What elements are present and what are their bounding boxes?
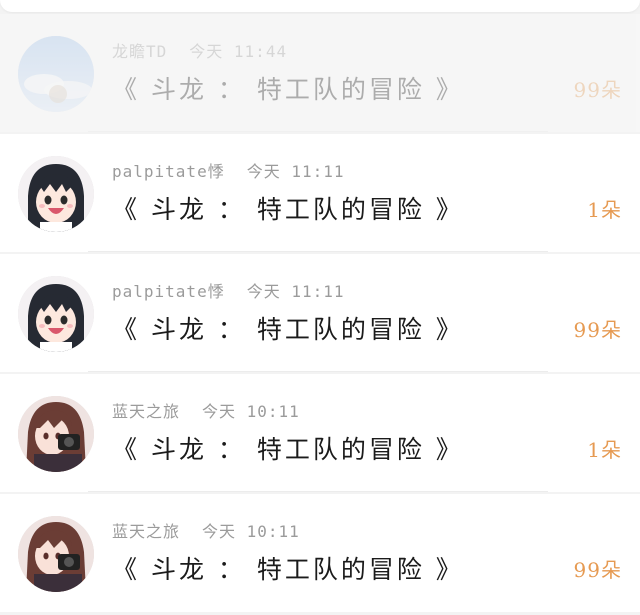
username[interactable]: 龙瞻TD bbox=[112, 38, 167, 62]
item-title[interactable]: 《 斗龙 ： 特工队的冒险 》 bbox=[112, 550, 464, 586]
item-meta: 蓝天之旅 今天 10:11 bbox=[112, 518, 300, 542]
avatar[interactable] bbox=[18, 396, 94, 472]
flower-count: 1朵 bbox=[587, 198, 622, 222]
flower-count: 99朵 bbox=[573, 318, 622, 342]
item-title[interactable]: 《 斗龙 ： 特工队的冒险 》 bbox=[112, 190, 464, 226]
timestamp: 今天 10:11 bbox=[202, 402, 300, 421]
timestamp: 今天 11:44 bbox=[189, 42, 288, 61]
divider bbox=[88, 491, 548, 492]
list-item[interactable]: palpitate悸 今天 11:11 《 斗龙 ： 特工队的冒险 》 1朵 bbox=[0, 134, 640, 252]
item-meta: palpitate悸 今天 11:11 bbox=[112, 158, 345, 182]
list-item[interactable]: 蓝天之旅 今天 10:11 《 斗龙 ： 特工队的冒险 》 99朵 bbox=[0, 494, 640, 612]
list-item[interactable]: palpitate悸 今天 11:11 《 斗龙 ： 特工队的冒险 》 99朵 bbox=[0, 254, 640, 372]
divider bbox=[88, 371, 548, 372]
item-title[interactable]: 《 斗龙 ： 特工队的冒险 》 bbox=[112, 310, 464, 346]
top-bar bbox=[0, 0, 640, 12]
timestamp: 今天 10:11 bbox=[202, 522, 300, 541]
item-title[interactable]: 《 斗龙 ： 特工队的冒险 》 bbox=[112, 70, 464, 106]
username[interactable]: palpitate悸 bbox=[112, 278, 225, 302]
avatar[interactable] bbox=[18, 36, 94, 112]
timestamp: 今天 11:11 bbox=[246, 282, 345, 301]
list-item[interactable]: 蓝天之旅 今天 10:11 《 斗龙 ： 特工队的冒险 》 1朵 bbox=[0, 374, 640, 492]
divider bbox=[88, 251, 548, 252]
item-title[interactable]: 《 斗龙 ： 特工队的冒险 》 bbox=[112, 430, 464, 466]
username[interactable]: palpitate悸 bbox=[112, 158, 225, 182]
divider bbox=[88, 131, 548, 132]
flower-count: 1朵 bbox=[587, 438, 622, 462]
anime-girl-brown-hair-icon bbox=[18, 516, 94, 592]
gift-record-list: 龙瞻TD 今天 11:44 《 斗龙 ： 特工队的冒险 》 99朵 palpit… bbox=[0, 14, 640, 614]
avatar[interactable] bbox=[18, 516, 94, 592]
anime-girl-black-hair-icon bbox=[18, 156, 94, 232]
item-meta: palpitate悸 今天 11:11 bbox=[112, 278, 345, 302]
flower-count: 99朵 bbox=[573, 558, 622, 582]
timestamp: 今天 11:11 bbox=[246, 162, 345, 181]
list-item[interactable]: 龙瞻TD 今天 11:44 《 斗龙 ： 特工队的冒险 》 99朵 bbox=[0, 14, 640, 132]
avatar[interactable] bbox=[18, 276, 94, 352]
username[interactable]: 蓝天之旅 bbox=[112, 398, 180, 422]
flower-count: 99朵 bbox=[573, 78, 622, 102]
avatar[interactable] bbox=[18, 156, 94, 232]
item-meta: 蓝天之旅 今天 10:11 bbox=[112, 398, 300, 422]
sky-avatar-icon bbox=[18, 36, 94, 112]
username[interactable]: 蓝天之旅 bbox=[112, 518, 180, 542]
anime-girl-black-hair-icon bbox=[18, 276, 94, 352]
anime-girl-brown-hair-icon bbox=[18, 396, 94, 472]
item-meta: 龙瞻TD 今天 11:44 bbox=[112, 38, 287, 62]
